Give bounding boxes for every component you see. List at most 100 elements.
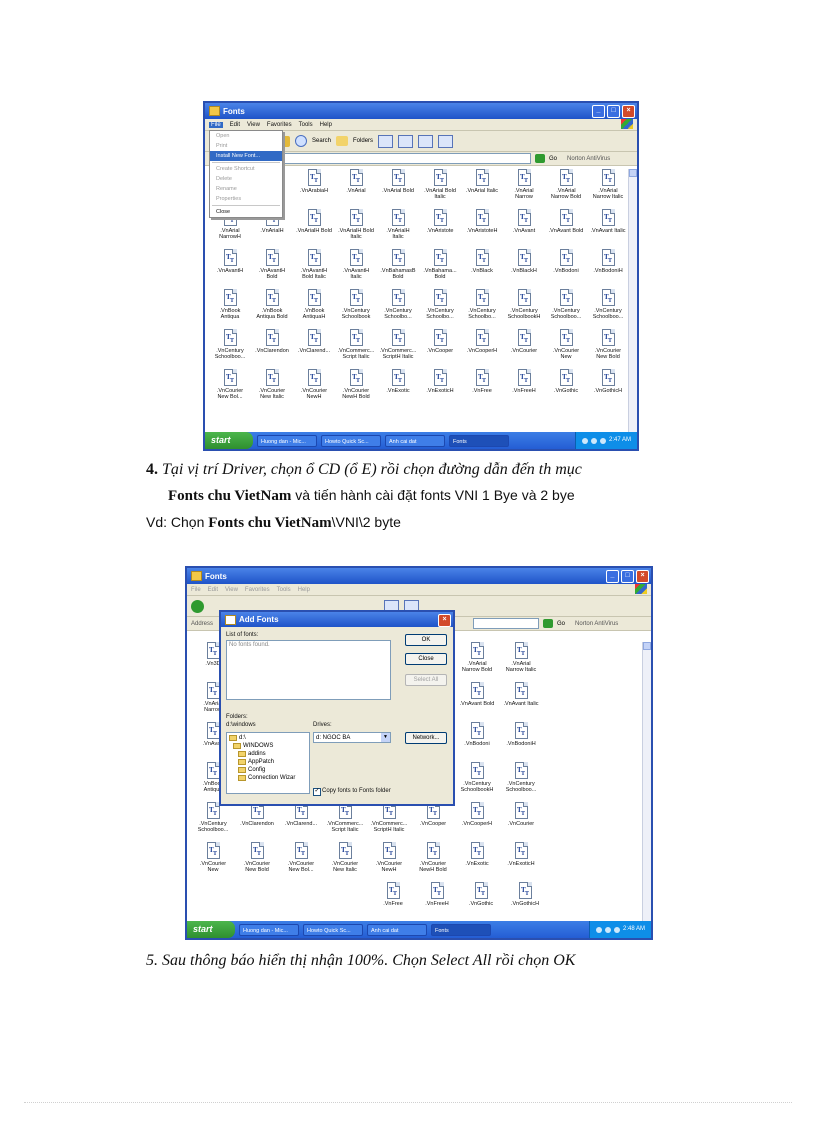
- view-icon[interactable]: [378, 134, 394, 148]
- chevron-down-icon[interactable]: ▼: [381, 733, 390, 742]
- fonts-listbox[interactable]: No fonts found.: [226, 640, 391, 700]
- go-button-label[interactable]: Go: [557, 621, 565, 627]
- file-menu-item[interactable]: Print: [210, 141, 282, 151]
- font-file-item[interactable]: T T .VnArabiaH: [293, 169, 335, 209]
- folder-tree-item[interactable]: WINDOWS: [229, 742, 307, 750]
- font-file-item[interactable]: TT.VnBook Antiqua Bold: [251, 289, 293, 329]
- scroll-up-arrow[interactable]: [643, 642, 651, 650]
- font-file-item[interactable]: T T .VnCommerc... ScriptH Italic: [367, 802, 411, 842]
- font-file-item[interactable]: T T .VnFreeH: [415, 882, 459, 922]
- font-file-item[interactable]: T T .VnGothicH: [503, 882, 547, 922]
- font-file-item[interactable]: T T .VnExoticH: [419, 369, 461, 409]
- file-menu-item[interactable]: Install New Font...: [210, 151, 282, 161]
- font-file-item[interactable]: T T .VnCentury Schoolboo...: [545, 289, 587, 329]
- file-menu-item[interactable]: Rename: [210, 184, 282, 194]
- font-file-item[interactable]: T T .VnCourier NewH Bold: [335, 369, 377, 409]
- font-file-item[interactable]: T T .VnArial Narrow Italic: [587, 169, 629, 209]
- font-file-item[interactable]: T T .VnClarend...: [279, 802, 323, 842]
- search-button-label[interactable]: Search: [312, 138, 331, 144]
- file-menu-item[interactable]: Properties: [210, 194, 282, 204]
- font-file-item[interactable]: T T .VnCooper: [411, 802, 455, 842]
- font-file-item[interactable]: TT.VnCentury Schoolbo...: [419, 289, 461, 329]
- font-file-item[interactable]: T T .VnCourier New Bol...: [279, 842, 323, 882]
- font-file-item[interactable]: T T .VnCentury SchoolbookH: [455, 762, 499, 802]
- back-icon[interactable]: [191, 599, 204, 613]
- close-dialog-button[interactable]: Close: [405, 653, 447, 665]
- font-file-item[interactable]: T T .VnCourier New: [545, 329, 587, 369]
- font-file-item[interactable]: T T .VnFree: [461, 369, 503, 409]
- taskbar-item[interactable]: Anh cai dat: [385, 434, 445, 447]
- font-file-item[interactable]: TT.VnCentury Schoolbook: [335, 289, 377, 329]
- font-file-item[interactable]: T T .VnBook Antiqua: [209, 289, 251, 329]
- minimize-button[interactable]: _: [606, 570, 619, 583]
- font-file-item[interactable]: T T .VnArial Bold Italic: [419, 169, 461, 209]
- font-file-item[interactable]: T T .VnCooperH: [455, 802, 499, 842]
- font-file-item[interactable]: T T .VnBodoni: [455, 722, 499, 762]
- scroll-up-arrow[interactable]: [629, 169, 637, 177]
- view-icon[interactable]: [418, 134, 434, 148]
- menu-item-favorites[interactable]: Favorites: [245, 587, 270, 593]
- minimize-button[interactable]: _: [592, 105, 605, 118]
- font-file-item[interactable]: T T .VnExotic: [455, 842, 499, 882]
- font-file-item[interactable]: T T .VnBahamasB Bold: [377, 249, 419, 289]
- font-file-item[interactable]: T T .VnAvant Italic: [587, 209, 629, 249]
- font-file-item[interactable]: T T .VnAvantH Bold Italic: [293, 249, 335, 289]
- menu-item-file[interactable]: File: [209, 121, 223, 128]
- maximize-button[interactable]: □: [621, 570, 634, 583]
- folders-button-label[interactable]: Folders: [353, 138, 373, 144]
- tray-icon[interactable]: [595, 926, 602, 933]
- file-menu-item[interactable]: Delete: [210, 174, 282, 184]
- font-file-item[interactable]: TT.VnAristoteH: [461, 209, 503, 249]
- menu-item-edit[interactable]: Edit: [208, 587, 218, 593]
- font-file-item[interactable]: T T .VnCourier New: [191, 842, 235, 882]
- file-menu-item[interactable]: Close: [210, 207, 282, 217]
- tray-icon[interactable]: [604, 926, 611, 933]
- font-file-item[interactable]: T T .VnCourier NewH Bold: [411, 842, 455, 882]
- taskbar-item[interactable]: Anh cai dat: [367, 923, 427, 936]
- close-button[interactable]: ×: [622, 105, 635, 118]
- network-button[interactable]: Network...: [405, 732, 447, 744]
- font-file-item[interactable]: T T .VnAvantH Bold: [251, 249, 293, 289]
- font-file-item[interactable]: T T .VnCourier NewH: [293, 369, 335, 409]
- menu-item-tools[interactable]: Tools: [299, 122, 313, 128]
- font-file-item[interactable]: T T .VnArial: [335, 169, 377, 209]
- font-file-item[interactable]: T T .VnCourier New Bold: [235, 842, 279, 882]
- font-file-item[interactable]: T T .VnBahama... Bold: [419, 249, 461, 289]
- menu-item-help[interactable]: Help: [298, 587, 310, 593]
- view-icon[interactable]: [398, 134, 414, 148]
- folder-tree-item[interactable]: d:\: [229, 734, 307, 742]
- font-file-item[interactable]: TT.VnCentury Schoolbo...: [377, 289, 419, 329]
- go-icon[interactable]: [535, 154, 545, 163]
- start-button[interactable]: start: [205, 432, 253, 449]
- font-file-item[interactable]: T T .VnGothic: [459, 882, 503, 922]
- taskbar-item[interactable]: Howto Quick Sc...: [303, 923, 363, 936]
- folder-tree[interactable]: d:\ WINDOWS addins AppPatch Config Connection…: [226, 732, 310, 794]
- taskbar-item[interactable]: Huong dan - Mic...: [257, 434, 317, 447]
- font-file-item[interactable]: T T .VnArial Bold: [377, 169, 419, 209]
- ok-button[interactable]: OK: [405, 634, 447, 646]
- font-file-item[interactable]: T T .VnAvantH: [209, 249, 251, 289]
- menu-item-edit[interactable]: Edit: [230, 122, 240, 128]
- font-file-item[interactable]: T T .VnCourier New Bold: [587, 329, 629, 369]
- norton-antivirus-label[interactable]: Norton AntiVirus: [575, 621, 618, 627]
- vertical-scrollbar[interactable]: [642, 642, 651, 921]
- font-file-item[interactable]: TT.VnBlackH: [503, 249, 545, 289]
- folder-tree-item[interactable]: AppPatch: [229, 758, 307, 766]
- font-file-item[interactable]: T T .VnCommerc... Script Italic: [335, 329, 377, 369]
- font-file-item[interactable]: T T .VnArialH Italic: [377, 209, 419, 249]
- font-file-item[interactable]: T T .VnCourier New Italic: [251, 369, 293, 409]
- menu-item-view[interactable]: View: [247, 122, 260, 128]
- font-file-item[interactable]: T T .VnExotic: [377, 369, 419, 409]
- font-file-item[interactable]: T T .VnCourier New Bol...: [209, 369, 251, 409]
- font-file-item[interactable]: T T .VnAvant Italic: [499, 682, 543, 722]
- font-file-item[interactable]: T T .VnFree: [371, 882, 415, 922]
- menu-item-file[interactable]: File: [191, 587, 201, 593]
- font-file-item[interactable]: T T .VnCentury SchoolbookH: [503, 289, 545, 329]
- file-menu-item[interactable]: Open: [210, 131, 282, 141]
- folder-tree-item[interactable]: addins: [229, 750, 307, 758]
- font-file-item[interactable]: T T .VnGothicH: [587, 369, 629, 409]
- font-file-item[interactable]: T T .VnClarendon: [235, 802, 279, 842]
- font-file-item[interactable]: T T .VnCentury Schoolboo...: [191, 802, 235, 842]
- font-file-item[interactable]: T T .VnAristote: [419, 209, 461, 249]
- address-input[interactable]: [281, 153, 531, 164]
